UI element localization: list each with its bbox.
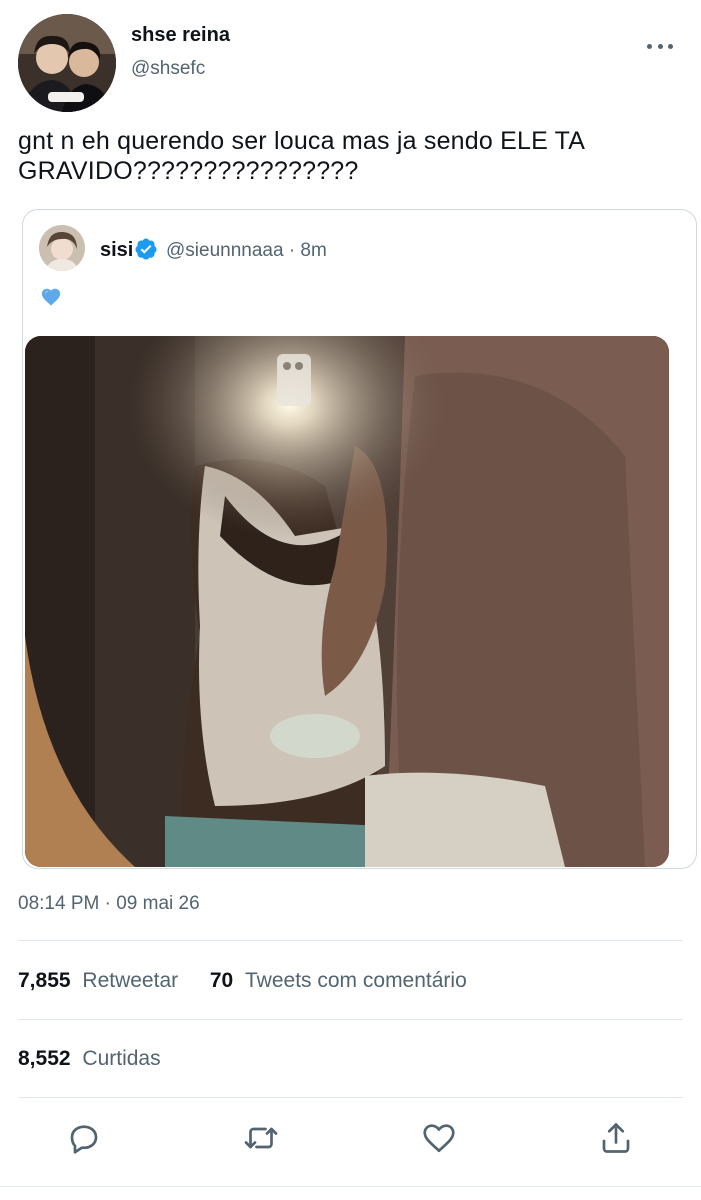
divider — [18, 1097, 683, 1098]
divider — [0, 1186, 701, 1187]
likes-count[interactable]: 8,552 — [18, 1047, 71, 1070]
quoted-avatar[interactable] — [39, 225, 85, 271]
retweet-icon[interactable] — [241, 1118, 281, 1158]
quoted-media-photo[interactable] — [25, 336, 669, 867]
tweet-detail-page: shse reina @shsefc gnt n eh querendo ser… — [0, 0, 701, 1200]
author-avatar[interactable] — [18, 14, 116, 112]
likes-label[interactable]: Curtidas — [82, 1047, 160, 1070]
tweet-header: shse reina @shsefc — [18, 14, 683, 114]
heart-icon[interactable] — [419, 1118, 459, 1158]
verified-badge-icon — [135, 238, 157, 260]
quotes-label[interactable]: Tweets com comentário — [245, 969, 467, 992]
retweets-label[interactable]: Retweetar — [82, 969, 178, 992]
quotes-count[interactable]: 70 — [210, 969, 233, 992]
quoted-author-name[interactable]: sisi — [100, 239, 133, 262]
tweet-text: gnt n eh querendo ser louca mas ja sendo… — [18, 127, 591, 185]
divider — [18, 940, 683, 941]
tweet-timestamp[interactable]: 08:14 PM · 09 mai 26 — [18, 893, 200, 915]
author-name[interactable]: shse reina — [131, 24, 230, 47]
likes-stats: 8,552 Curtidas — [18, 1047, 161, 1071]
blue-heart-emoji — [41, 288, 61, 306]
reply-icon[interactable] — [64, 1118, 104, 1158]
retweet-quote-stats: 7,855 Retweetar 70 Tweets com comentário — [18, 969, 467, 993]
more-icon[interactable] — [647, 36, 673, 56]
tweet-actions-bar — [0, 1118, 701, 1168]
quoted-handle-time[interactable]: @sieunnnaaa · 8m — [166, 240, 327, 262]
retweets-count[interactable]: 7,855 — [18, 969, 71, 992]
quoted-tweet-card[interactable]: sisi @sieunnnaaa · 8m — [22, 209, 697, 869]
share-icon[interactable] — [596, 1118, 636, 1158]
author-handle[interactable]: @shsefc — [131, 58, 205, 80]
divider — [18, 1019, 683, 1020]
